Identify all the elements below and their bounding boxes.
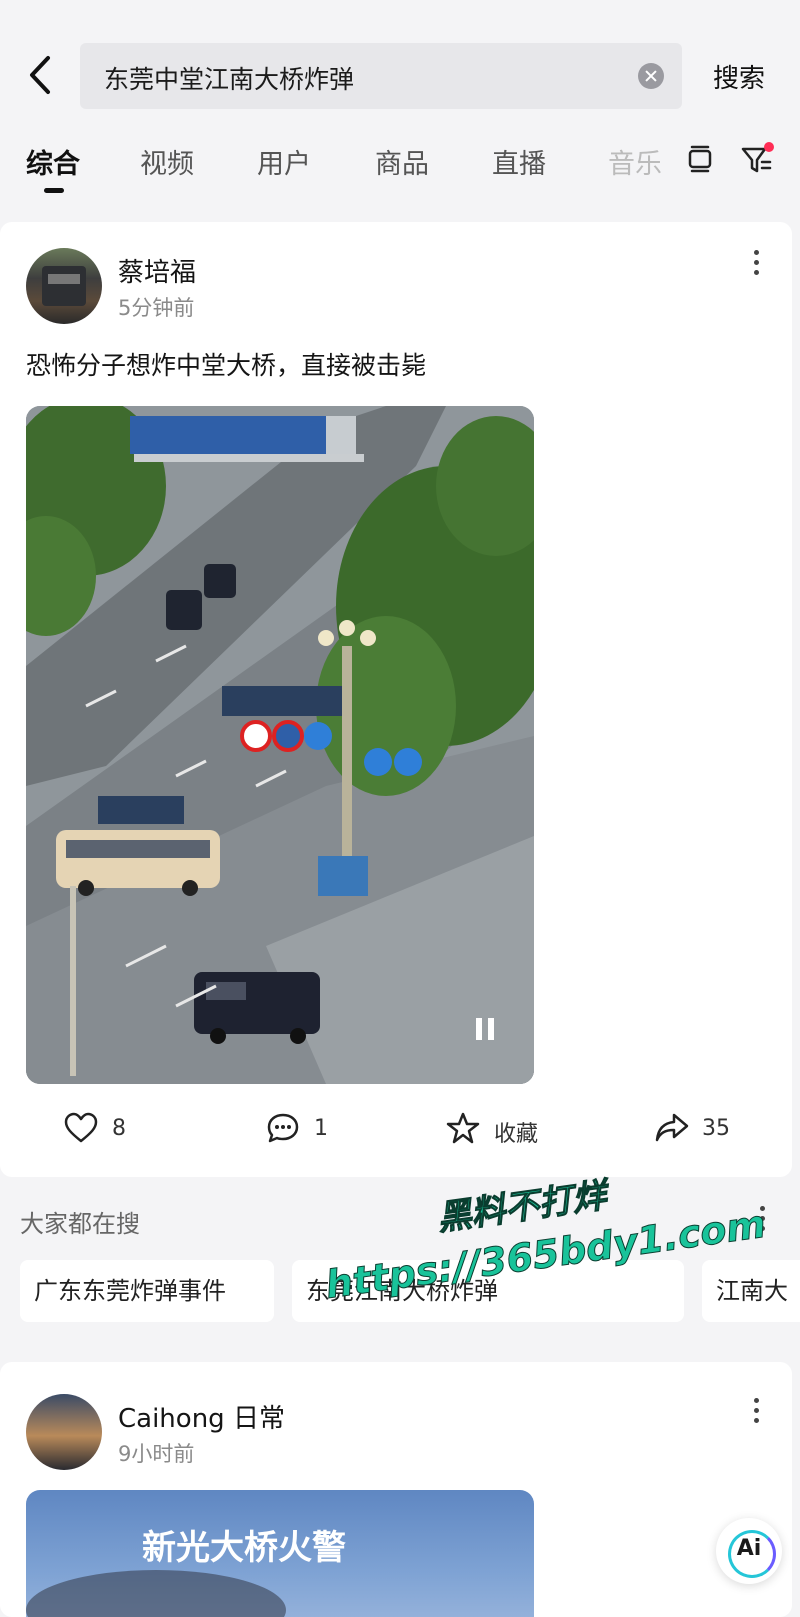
comment-button[interactable]: 1: [266, 1110, 366, 1150]
top-bar: 东莞中堂江南大桥炸弹 搜索 综合 视频 用户 商品 直播 音乐: [0, 0, 800, 215]
post-username[interactable]: 蔡培福: [118, 252, 196, 289]
tab-videos[interactable]: 视频: [140, 142, 194, 181]
more-options-icon[interactable]: [752, 250, 760, 278]
tab-all[interactable]: 综合: [26, 142, 80, 181]
post-card[interactable]: 蔡培福 5分钟前 恐怖分子想炸中堂大桥，直接被击毙 8 1 收藏 35: [0, 222, 792, 1177]
post-actions: 8 1 收藏 35: [0, 1110, 792, 1160]
trending-chip-label: 江南大: [716, 1277, 788, 1305]
more-options-icon[interactable]: [758, 1206, 766, 1234]
favorite-label: 收藏: [494, 1122, 539, 1147]
post-card[interactable]: Caihong 日常 9小时前 新光大桥火警: [0, 1362, 792, 1617]
search-query: 东莞中堂江南大桥炸弹: [104, 65, 355, 94]
post-timestamp: 5分钟前: [118, 296, 195, 320]
post-timestamp: 9小时前: [118, 1442, 195, 1466]
trending-chip[interactable]: 东莞江南大桥炸弹: [292, 1260, 684, 1322]
share-button[interactable]: 35: [654, 1110, 754, 1150]
comment-icon: [267, 1113, 299, 1143]
trending-chip[interactable]: 广东东莞炸弹事件: [20, 1260, 274, 1322]
trending-chip-label: 东莞江南大桥炸弹: [306, 1277, 498, 1305]
smoke-graphic: [26, 1570, 286, 1617]
like-button[interactable]: 8: [64, 1110, 164, 1150]
trending-chip-label: 广东东莞炸弹事件: [34, 1277, 226, 1305]
heart-icon: [64, 1112, 98, 1143]
avatar[interactable]: [26, 1394, 102, 1470]
chevron-left-icon: [30, 56, 50, 94]
category-tabs: 综合 视频 用户 商品 直播 音乐: [0, 138, 800, 198]
layout-toggle-icon[interactable]: [687, 144, 713, 174]
comment-count: 1: [314, 1116, 328, 1141]
post-text: 恐怖分子想炸中堂大桥，直接被击毙: [26, 351, 427, 380]
filter-icon[interactable]: [740, 142, 774, 176]
notification-dot: [764, 142, 774, 152]
tab-live[interactable]: 直播: [492, 142, 546, 181]
avatar[interactable]: [26, 248, 102, 324]
share-icon: [655, 1113, 689, 1142]
tab-products[interactable]: 商品: [375, 142, 429, 181]
trending-title: 大家都在搜: [20, 1210, 140, 1238]
post-username[interactable]: Caihong 日常: [118, 1398, 285, 1435]
more-options-icon[interactable]: [752, 1398, 760, 1426]
favorite-button[interactable]: 收藏: [446, 1110, 566, 1150]
thumbnail-title: 新光大桥火警: [142, 1528, 346, 1568]
tab-users[interactable]: 用户: [257, 142, 311, 181]
clear-icon[interactable]: [638, 63, 664, 89]
search-input[interactable]: 东莞中堂江南大桥炸弹: [80, 43, 682, 109]
tab-music[interactable]: 音乐: [608, 142, 662, 181]
post-video-thumbnail[interactable]: [26, 406, 534, 1084]
ai-assistant-button[interactable]: Ai: [716, 1518, 782, 1584]
share-count: 35: [702, 1116, 730, 1141]
trending-searches: 大家都在搜 广东东莞炸弹事件 东莞江南大桥炸弹 江南大: [0, 1178, 800, 1322]
active-tab-indicator: [44, 188, 64, 193]
post-thumbnail[interactable]: 新光大桥火警: [26, 1490, 534, 1617]
trending-chip[interactable]: 江南大: [702, 1260, 800, 1322]
back-button[interactable]: [22, 50, 62, 100]
like-count: 8: [112, 1116, 126, 1141]
star-icon: [446, 1112, 480, 1144]
search-button[interactable]: 搜索: [713, 58, 765, 95]
ai-label: Ai: [736, 1536, 762, 1561]
